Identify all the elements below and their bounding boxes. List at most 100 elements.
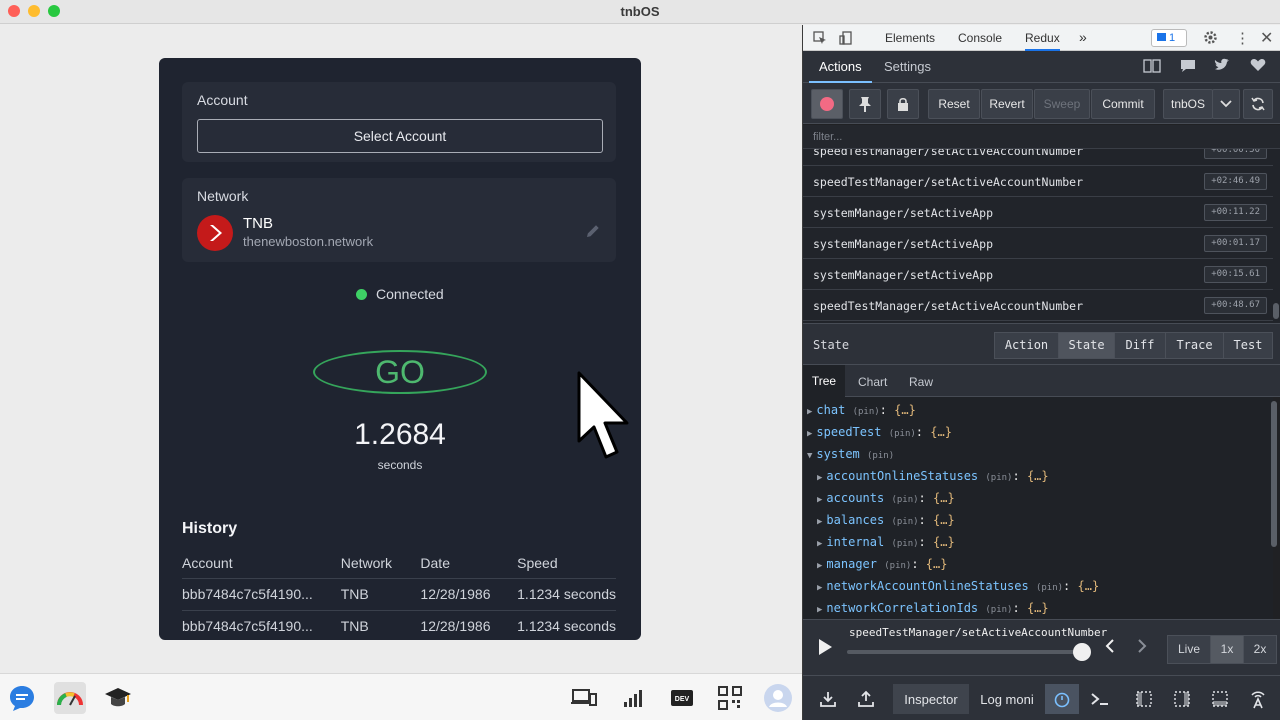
triangle-down-icon[interactable]: ▼ <box>807 451 812 461</box>
tree-node[interactable]: ▶ speedTest (pin): {…} <box>807 425 952 447</box>
tab-elements[interactable]: Elements <box>885 31 935 45</box>
go-button[interactable]: GO <box>313 350 487 394</box>
tree-pin[interactable]: (pin) <box>891 495 918 505</box>
revert-button[interactable]: Revert <box>981 89 1033 119</box>
speed-2x-button[interactable]: 2x <box>1243 635 1277 664</box>
select-account-button[interactable]: Select Account <box>197 119 603 153</box>
signal-bars-icon[interactable] <box>617 682 649 714</box>
lock-button[interactable] <box>887 89 919 119</box>
list-item[interactable]: systemManager/setActiveApp +00:11.22 <box>803 197 1273 228</box>
education-app-icon[interactable] <box>102 682 134 714</box>
tree-pin[interactable]: (pin) <box>889 429 916 439</box>
dock-bottom-icon[interactable] <box>1203 684 1237 714</box>
twitter-icon[interactable] <box>1214 58 1230 75</box>
tree-pin[interactable]: (pin) <box>985 473 1012 483</box>
dock-right-icon[interactable] <box>1165 684 1199 714</box>
play-icon[interactable] <box>817 638 833 661</box>
book-icon[interactable] <box>1143 58 1161 77</box>
tree-node[interactable]: ▶ networkCorrelationIds (pin): {…} <box>817 601 1049 619</box>
tree-pin[interactable]: (pin) <box>853 407 880 417</box>
remote-icon[interactable] <box>1241 684 1275 714</box>
log-monitor-button[interactable]: Log moni <box>973 684 1041 714</box>
speedtest-app-icon[interactable] <box>54 682 86 714</box>
chat-bubble-icon[interactable] <box>1180 58 1196 77</box>
tab-tree[interactable]: Tree <box>803 365 845 397</box>
actions-scrollbar[interactable] <box>1273 303 1279 319</box>
close-icon[interactable]: ✕ <box>1260 28 1273 48</box>
actions-filter-input[interactable]: filter... <box>803 125 1280 149</box>
heart-icon[interactable] <box>1250 58 1266 75</box>
tree-node[interactable]: ▼ system (pin) <box>807 447 894 469</box>
record-button[interactable] <box>811 89 843 119</box>
commit-button[interactable]: Commit <box>1091 89 1155 119</box>
dev-icon[interactable]: DEV <box>666 682 698 714</box>
triangle-right-icon[interactable]: ▶ <box>817 539 822 549</box>
instance-select[interactable]: tnbOS <box>1163 89 1213 119</box>
chevron-down-icon[interactable] <box>1212 89 1240 119</box>
list-item[interactable]: systemManager/setActiveApp +00:01.17 <box>803 228 1273 259</box>
triangle-right-icon[interactable]: ▶ <box>807 429 812 439</box>
tab-actions[interactable]: Actions <box>809 59 872 83</box>
chat-app-icon[interactable] <box>6 682 38 714</box>
tree-node[interactable]: ▶ accounts (pin): {…} <box>817 491 955 513</box>
sweep-button[interactable]: Sweep <box>1034 89 1090 119</box>
sync-icon[interactable] <box>1243 89 1273 119</box>
tab-raw[interactable]: Raw <box>909 375 933 389</box>
tab-chart[interactable]: Chart <box>858 375 887 389</box>
triangle-right-icon[interactable]: ▶ <box>817 495 822 505</box>
tab-console[interactable]: Console <box>958 31 1002 45</box>
tree-scrollbar[interactable] <box>1271 401 1277 547</box>
speed-1x-button[interactable]: 1x <box>1210 635 1244 664</box>
import-icon[interactable] <box>811 684 845 714</box>
triangle-right-icon[interactable]: ▶ <box>817 517 822 527</box>
timer-icon[interactable] <box>1045 684 1079 714</box>
tab-settings[interactable]: Settings <box>884 59 931 74</box>
tab-redux[interactable]: Redux <box>1025 31 1060 51</box>
inspect-element-icon[interactable] <box>813 31 827 48</box>
edit-network-icon[interactable] <box>585 223 601 244</box>
device-toggle-icon[interactable] <box>839 31 853 48</box>
tree-node[interactable]: ▶ balances (pin): {…} <box>817 513 955 535</box>
tree-node[interactable]: ▶ accountOnlineStatuses (pin): {…} <box>817 469 1049 491</box>
kebab-menu-icon[interactable]: ⋮ <box>1235 29 1250 47</box>
triangle-right-icon[interactable]: ▶ <box>817 583 822 593</box>
chevron-right-icon[interactable] <box>1137 638 1147 659</box>
qr-code-icon[interactable] <box>714 682 746 714</box>
list-item[interactable]: speedTestManager/setActiveAccountNumber … <box>803 290 1273 321</box>
tab-trace[interactable]: Trace <box>1165 332 1224 359</box>
issues-badge[interactable]: 1 <box>1151 29 1187 47</box>
list-item[interactable]: systemManager/setActiveApp +00:15.61 <box>803 259 1273 290</box>
speed-live-button[interactable]: Live <box>1167 635 1211 664</box>
slider-track[interactable] <box>847 650 1087 654</box>
triangle-right-icon[interactable]: ▶ <box>817 561 822 571</box>
avatar[interactable] <box>762 682 794 714</box>
devices-icon[interactable] <box>568 682 600 714</box>
terminal-icon[interactable] <box>1083 684 1117 714</box>
triangle-right-icon[interactable]: ▶ <box>817 605 822 615</box>
chevron-left-icon[interactable] <box>1105 638 1115 659</box>
tab-diff[interactable]: Diff <box>1114 332 1166 359</box>
tree-node[interactable]: ▶ chat (pin): {…} <box>807 403 916 425</box>
tab-test[interactable]: Test <box>1223 332 1273 359</box>
tree-node[interactable]: ▶ manager (pin): {…} <box>817 557 947 579</box>
tree-pin[interactable]: (pin) <box>891 517 918 527</box>
pin-button[interactable] <box>849 89 881 119</box>
tree-pin[interactable]: (pin) <box>867 451 894 461</box>
triangle-right-icon[interactable]: ▶ <box>807 407 812 417</box>
tab-state[interactable]: State <box>1058 332 1115 359</box>
more-tabs-icon[interactable]: » <box>1079 29 1087 45</box>
triangle-right-icon[interactable]: ▶ <box>817 473 822 483</box>
tab-action[interactable]: Action <box>994 332 1059 359</box>
export-icon[interactable] <box>849 684 883 714</box>
dock-left-icon[interactable] <box>1127 684 1161 714</box>
list-item[interactable]: speedTestManager/setActiveAccountNumber … <box>803 149 1273 166</box>
tree-pin[interactable]: (pin) <box>884 561 911 571</box>
tree-pin[interactable]: (pin) <box>985 605 1012 615</box>
reset-button[interactable]: Reset <box>928 89 980 119</box>
list-item[interactable]: speedTestManager/setActiveAccountNumber … <box>803 166 1273 197</box>
tree-node[interactable]: ▶ networkAccountOnlineStatuses (pin): {…} <box>817 579 1099 601</box>
inspector-button[interactable]: Inspector <box>893 684 969 714</box>
slider-knob[interactable] <box>1073 643 1092 661</box>
tree-pin[interactable]: (pin) <box>1036 583 1063 593</box>
gear-icon[interactable] <box>1203 30 1218 48</box>
